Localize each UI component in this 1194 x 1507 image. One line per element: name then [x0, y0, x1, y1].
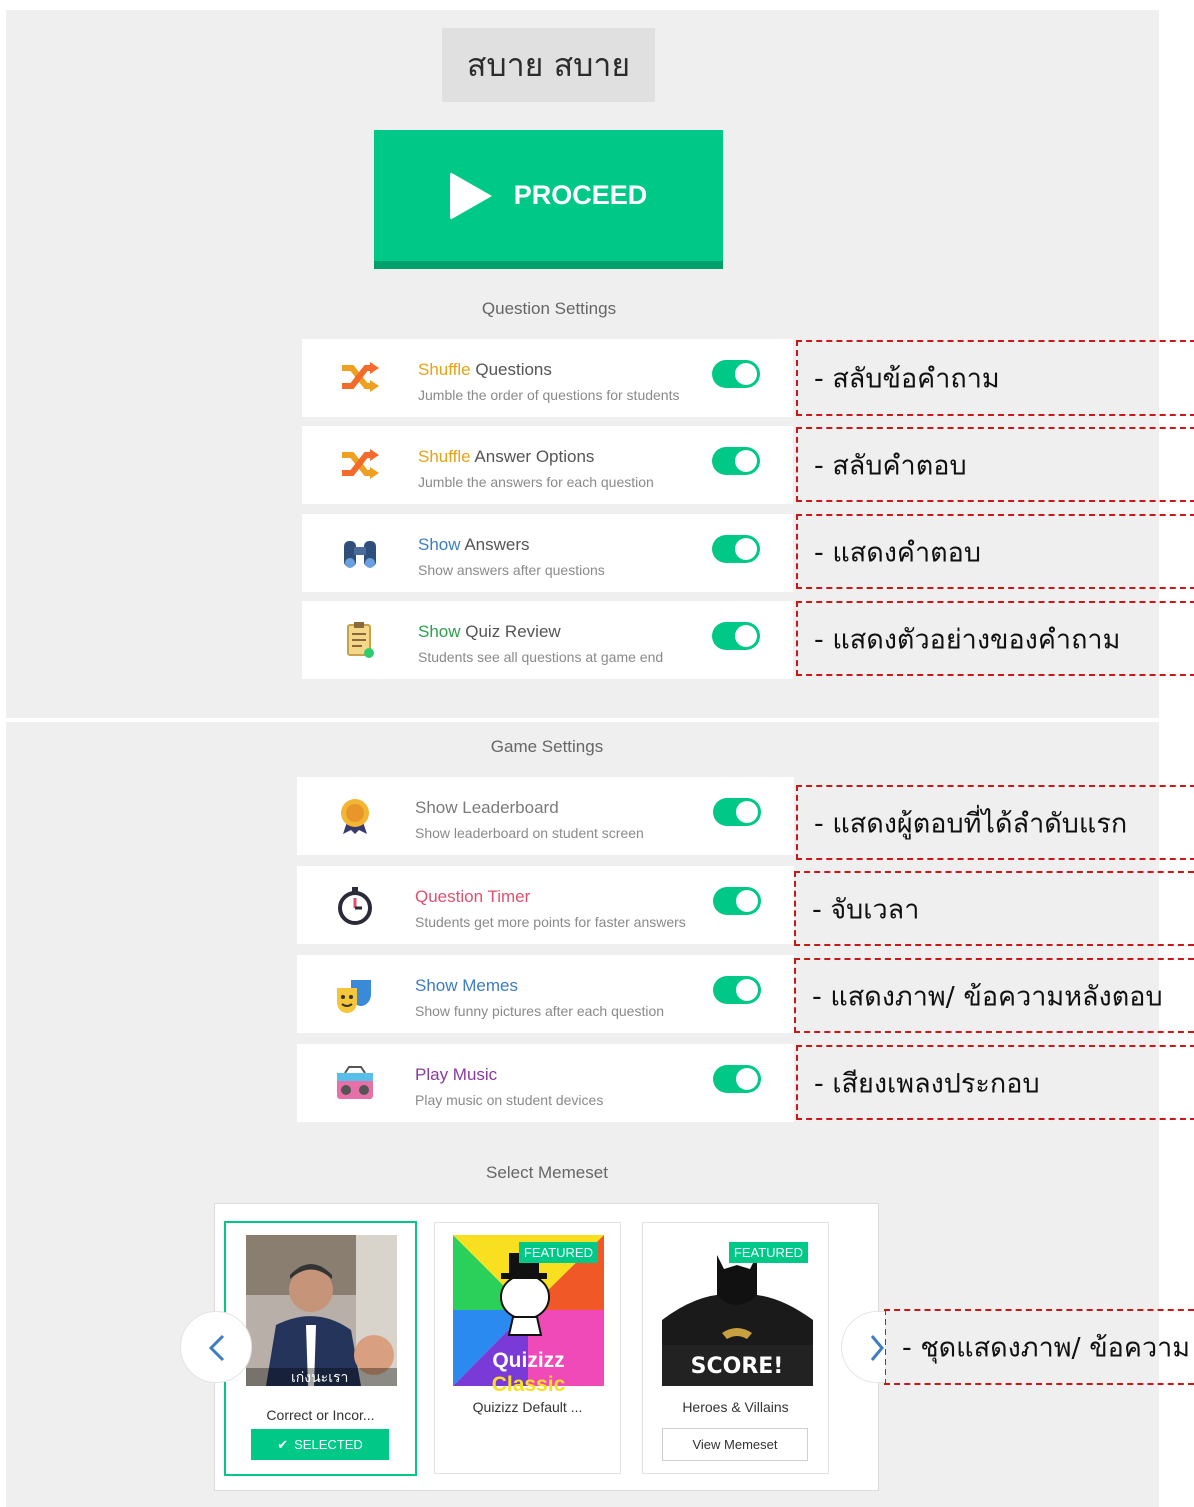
- setting-title: Play Music: [415, 1065, 498, 1084]
- proceed-label: PROCEED: [513, 180, 648, 210]
- setting-description: Jumble the order of questions for studen…: [418, 387, 680, 403]
- annotation-text: - แสดงผู้ตอบที่ได้ลำดับแรก: [814, 808, 1128, 839]
- meme-caption-part: Classic: [491, 1373, 566, 1396]
- carousel-prev-button[interactable]: [180, 1311, 252, 1383]
- setting-row-play-music: Play Music Play music on student devices: [297, 1044, 794, 1122]
- meme-caption: เก่งนะเรา: [291, 1370, 348, 1386]
- annotation-box: - จับเวลา: [794, 871, 1194, 946]
- annotation-text: - จับเวลา: [812, 894, 920, 925]
- setting-title: Show Answers: [418, 535, 530, 555]
- setting-title: Show Quiz Review: [418, 622, 561, 642]
- selected-label: SELECTED: [294, 1437, 363, 1452]
- setting-row-shuffle-answers: Shuffle Answer Options Jumble the answer…: [302, 426, 793, 504]
- setting-title-rest: Questions: [470, 360, 552, 379]
- annotation-text: - สลับคำตอบ: [814, 450, 967, 481]
- chevron-right-icon: [870, 1335, 884, 1361]
- show-leaderboard-toggle[interactable]: [713, 798, 761, 826]
- question-timer-toggle[interactable]: [713, 887, 761, 915]
- memeset-card-heroes-villains[interactable]: SCORE! FEATURED Heroes & Villains View M…: [642, 1222, 829, 1474]
- setting-row-show-memes: Show Memes Show funny pictures after eac…: [297, 955, 794, 1033]
- annotation-box: - สลับคำตอบ: [796, 427, 1194, 502]
- view-memeset-button[interactable]: View Memeset: [662, 1428, 808, 1461]
- show-answers-toggle[interactable]: [712, 535, 760, 563]
- shuffle-answers-toggle[interactable]: [712, 447, 760, 475]
- question-settings-title: Question Settings: [481, 299, 617, 318]
- carousel-next-button[interactable]: [841, 1311, 885, 1383]
- featured-badge: FEATURED: [728, 1242, 808, 1263]
- setting-row-shuffle-questions: Shuffle Questions Jumble the order of qu…: [302, 339, 793, 417]
- proceed-button[interactable]: PROCEED: [374, 130, 723, 269]
- setting-title: Question Timer: [415, 887, 531, 906]
- annotation-box: - แสดงภาพ/ ข้อความหลังตอบ: [794, 958, 1194, 1033]
- setting-title: Show Memes: [415, 976, 518, 995]
- meme-image: เก่งนะเรา: [246, 1235, 397, 1386]
- setting-description: Students get more points for faster answ…: [415, 914, 686, 930]
- setting-title-rest: Answer Options: [470, 447, 595, 466]
- show-memes-toggle[interactable]: [713, 976, 761, 1004]
- selected-button[interactable]: ✔ SELECTED: [251, 1429, 389, 1460]
- meme-caption-part: Quizizz: [492, 1349, 565, 1372]
- setting-title-lead: Shuffle: [418, 447, 471, 466]
- shuffle-icon: [342, 362, 379, 392]
- annotation-box: - แสดงคำตอบ: [796, 514, 1194, 589]
- memeset-name: Heroes & Villains: [682, 1399, 789, 1415]
- annotation-text: - เสียงเพลงประกอบ: [814, 1068, 1040, 1099]
- annotation-text: - แสดงตัวอย่างของคำถาม: [814, 624, 1121, 655]
- setting-row-show-leaderboard: Show Leaderboard Show leaderboard on stu…: [297, 777, 794, 855]
- setting-description: Show answers after questions: [418, 562, 605, 578]
- setting-title-lead: Shuffle: [418, 360, 471, 379]
- boombox-icon: [337, 1066, 373, 1099]
- annotation-text: - แสดงภาพ/ ข้อความหลังตอบ: [812, 981, 1163, 1012]
- featured-badge: FEATURED: [518, 1242, 598, 1263]
- game-settings-title: Game Settings: [490, 737, 604, 756]
- setting-description: Play music on student devices: [415, 1092, 604, 1108]
- setting-title-lead: Show: [418, 535, 461, 554]
- annotation-box: - เสียงเพลงประกอบ: [796, 1045, 1194, 1120]
- theater-masks-icon: [337, 980, 371, 1013]
- setting-title: Show Leaderboard: [415, 798, 559, 817]
- memeset-name: Correct or Incor...: [266, 1407, 375, 1423]
- medal-icon: [341, 799, 369, 834]
- shuffle-icon: [342, 449, 379, 479]
- annotation-text: - ชุดแสดงภาพ/ ข้อความ: [902, 1332, 1191, 1364]
- quiz-title: สบาย สบาย: [442, 28, 655, 102]
- memeset-card-quizizz-default[interactable]: Quizizz Classic FEATURED Quizizz Default…: [434, 1222, 621, 1474]
- annotation-text: - สลับข้อคำถาม: [814, 363, 1000, 395]
- setting-description: Show leaderboard on student screen: [415, 825, 644, 841]
- show-quiz-review-toggle[interactable]: [712, 622, 760, 650]
- setting-title-rest: Quiz Review: [460, 622, 561, 641]
- annotation-box: - แสดงผู้ตอบที่ได้ลำดับแรก: [796, 785, 1194, 860]
- setting-title: Shuffle Answer Options: [418, 447, 594, 467]
- clipboard-icon: [347, 622, 374, 658]
- select-memeset-title: Select Memeset: [486, 1163, 608, 1182]
- annotation-box: - ชุดแสดงภาพ/ ข้อความ: [884, 1309, 1194, 1385]
- annotation-box: - แสดงตัวอย่างของคำถาม: [796, 601, 1194, 676]
- play-icon: [449, 171, 492, 220]
- memeset-name: Quizizz Default ...: [472, 1399, 583, 1415]
- stopwatch-icon: [338, 887, 372, 925]
- setting-title-rest: Answers: [460, 535, 530, 554]
- setting-description: Students see all questions at game end: [418, 649, 664, 665]
- setting-description: Show funny pictures after each question: [415, 1003, 665, 1019]
- setting-row-show-answers: Show Answers Show answers after question…: [302, 514, 793, 592]
- setting-title: Shuffle Questions: [418, 360, 552, 380]
- meme-caption: SCORE!: [691, 1354, 784, 1379]
- setting-title-lead: Show: [418, 622, 461, 641]
- annotation-box: - สลับข้อคำถาม: [796, 340, 1194, 416]
- annotation-text: - แสดงคำตอบ: [814, 537, 982, 568]
- meme-caption: Quizizz Classic: [453, 1349, 604, 1397]
- shuffle-questions-toggle[interactable]: [712, 360, 760, 388]
- binoculars-icon: [344, 541, 376, 568]
- setting-description: Jumble the answers for each question: [418, 474, 654, 490]
- check-icon: ✔: [277, 1436, 289, 1452]
- setting-row-show-quiz-review: Show Quiz Review Students see all questi…: [302, 601, 793, 679]
- setting-row-question-timer: Question Timer Students get more points …: [297, 866, 794, 944]
- play-music-toggle[interactable]: [713, 1065, 761, 1093]
- chevron-left-icon: [208, 1334, 225, 1362]
